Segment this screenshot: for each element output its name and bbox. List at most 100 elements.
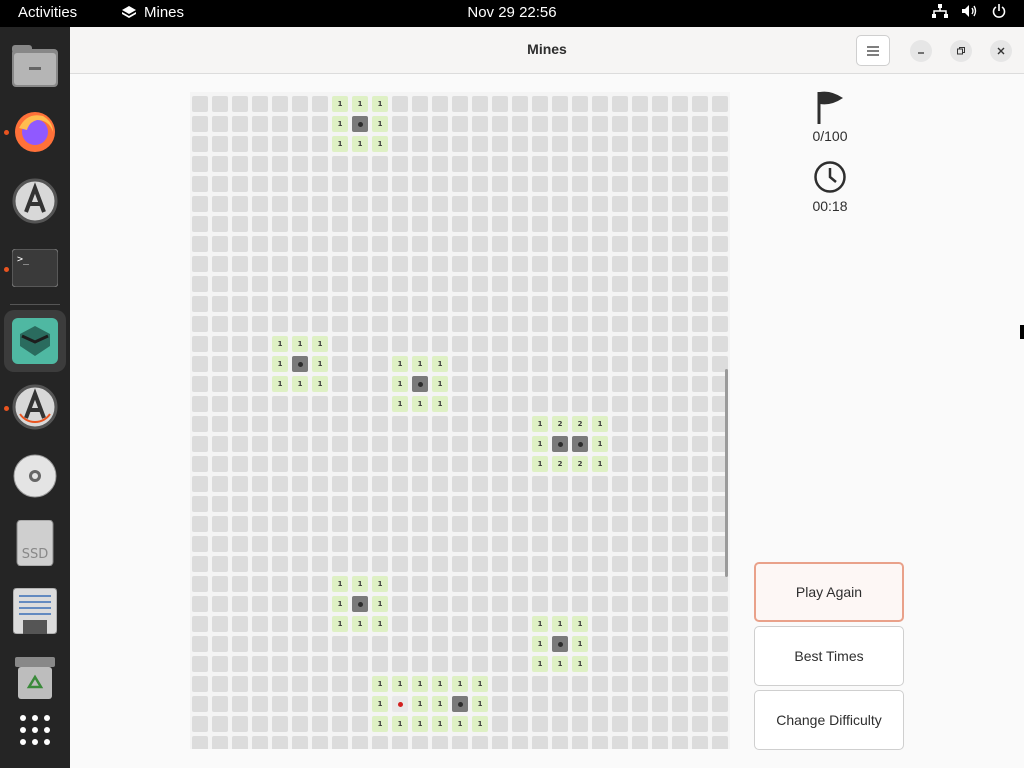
mine-cell[interactable] — [192, 316, 208, 332]
mine-cell-number[interactable]: 1 — [532, 636, 548, 652]
mine-cell[interactable] — [712, 236, 728, 252]
mine-cell[interactable] — [712, 696, 728, 712]
mine-cell[interactable] — [532, 736, 548, 749]
mine-cell[interactable] — [652, 656, 668, 672]
mine-cell[interactable] — [272, 696, 288, 712]
mine-cell[interactable] — [652, 176, 668, 192]
mine-cell[interactable] — [572, 236, 588, 252]
mine-cell[interactable] — [672, 376, 688, 392]
mine-cell[interactable] — [232, 176, 248, 192]
mine-cell[interactable] — [552, 336, 568, 352]
mine-cell[interactable] — [232, 276, 248, 292]
mine-cell[interactable] — [592, 136, 608, 152]
mine-cell[interactable] — [672, 276, 688, 292]
system-tray[interactable] — [932, 4, 1006, 18]
mine-cell[interactable] — [432, 336, 448, 352]
mine-cell[interactable] — [192, 696, 208, 712]
mine-cell[interactable] — [612, 576, 628, 592]
mine-cell[interactable] — [212, 356, 228, 372]
mine-cell[interactable] — [232, 716, 248, 732]
mine-cell[interactable] — [272, 276, 288, 292]
mine-cell[interactable] — [432, 156, 448, 172]
mine-cell[interactable] — [652, 716, 668, 732]
mine-cell[interactable] — [292, 576, 308, 592]
mine-cell[interactable] — [452, 376, 468, 392]
mine-cell[interactable] — [352, 276, 368, 292]
mine-cell[interactable] — [292, 616, 308, 632]
mine-cell[interactable] — [392, 596, 408, 612]
mine-cell[interactable] — [492, 176, 508, 192]
mine-cell[interactable] — [192, 656, 208, 672]
mine-cell[interactable] — [372, 396, 388, 412]
mine-cell[interactable] — [272, 456, 288, 472]
mine-cell[interactable] — [232, 656, 248, 672]
mine-cell[interactable] — [572, 96, 588, 112]
mine-cell[interactable] — [592, 676, 608, 692]
mine-cell[interactable] — [512, 396, 528, 412]
mine-cell[interactable] — [672, 136, 688, 152]
mine-cell-number[interactable]: 1 — [592, 416, 608, 432]
mine-cell[interactable] — [452, 96, 468, 112]
mine-cell[interactable] — [212, 496, 228, 512]
mine-cell[interactable] — [452, 396, 468, 412]
mine-cell[interactable] — [572, 596, 588, 612]
mine-cell[interactable] — [632, 436, 648, 452]
mine-cell[interactable] — [292, 416, 308, 432]
mine-cell[interactable] — [212, 596, 228, 612]
mine-cell[interactable] — [692, 316, 708, 332]
mine-cell[interactable] — [672, 416, 688, 432]
mine-cell[interactable] — [452, 156, 468, 172]
mine-cell[interactable] — [272, 196, 288, 212]
mine-cell[interactable] — [692, 156, 708, 172]
main-menu-button[interactable] — [856, 35, 890, 66]
mine-cell[interactable] — [252, 656, 268, 672]
mine-cell[interactable] — [512, 316, 528, 332]
mine-cell[interactable] — [472, 516, 488, 532]
mine-cell[interactable] — [572, 116, 588, 132]
mine-cell[interactable] — [712, 596, 728, 612]
mine-cell[interactable] — [592, 356, 608, 372]
mine-cell[interactable] — [412, 736, 428, 749]
mine-cell[interactable] — [292, 456, 308, 472]
mine-cell[interactable] — [612, 336, 628, 352]
mine-cell[interactable] — [192, 376, 208, 392]
mine-cell[interactable] — [312, 476, 328, 492]
mine-cell[interactable] — [592, 556, 608, 572]
mine-cell[interactable] — [592, 296, 608, 312]
mine-cell[interactable] — [652, 216, 668, 232]
mine-cell[interactable] — [612, 156, 628, 172]
mine-cell[interactable] — [272, 496, 288, 512]
mine-cell[interactable] — [252, 376, 268, 392]
mine-cell[interactable] — [232, 116, 248, 132]
mine-cell[interactable] — [492, 316, 508, 332]
mine-cell[interactable] — [352, 496, 368, 512]
mine-cell[interactable] — [472, 256, 488, 272]
mine-cell[interactable] — [692, 696, 708, 712]
mine-cell[interactable] — [452, 516, 468, 532]
mine-cell-number[interactable]: 1 — [352, 136, 368, 152]
mine-cell[interactable] — [332, 296, 348, 312]
mine-cell[interactable] — [252, 596, 268, 612]
mine-cell[interactable] — [452, 236, 468, 252]
mine-cell[interactable] — [332, 336, 348, 352]
mine-cell[interactable] — [652, 616, 668, 632]
mine-cell[interactable] — [592, 216, 608, 232]
mine-cell[interactable] — [252, 496, 268, 512]
mine-cell[interactable] — [612, 476, 628, 492]
mine-cell[interactable] — [472, 216, 488, 232]
mine-cell[interactable] — [692, 716, 708, 732]
mine-cell[interactable] — [552, 116, 568, 132]
mine-cell[interactable] — [412, 596, 428, 612]
mine-cell[interactable] — [692, 656, 708, 672]
mine-cell[interactable] — [312, 256, 328, 272]
mine-cell[interactable] — [572, 536, 588, 552]
mine-cell[interactable] — [192, 416, 208, 432]
mine-cell[interactable] — [512, 736, 528, 749]
mine-cell[interactable] — [352, 336, 368, 352]
mine-cell[interactable] — [552, 216, 568, 232]
mine-cell[interactable] — [612, 396, 628, 412]
mine-cell[interactable] — [552, 736, 568, 749]
mine-cell[interactable] — [372, 416, 388, 432]
mine-cell[interactable] — [432, 496, 448, 512]
mine-cell[interactable] — [432, 136, 448, 152]
